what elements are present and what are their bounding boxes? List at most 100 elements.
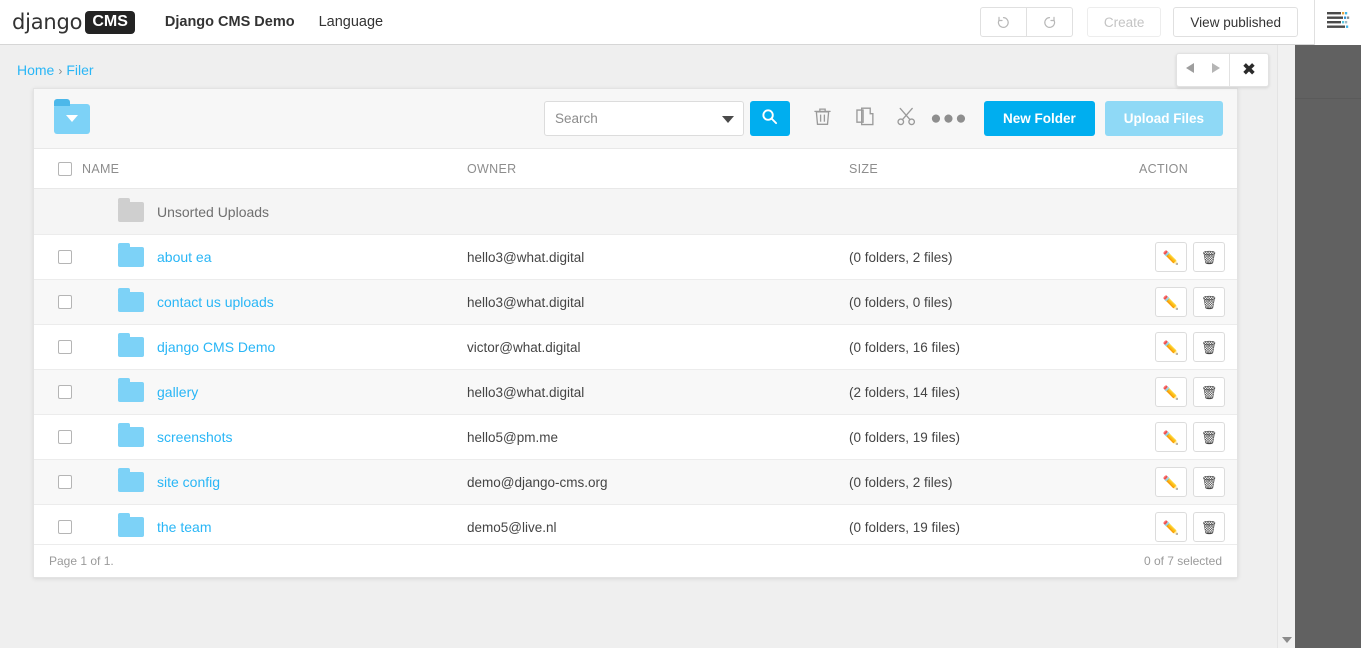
row-checkbox[interactable] <box>58 520 72 534</box>
row-edit-button[interactable]: ✏️ <box>1155 422 1187 452</box>
table-row[interactable]: contact us uploads hello3@what.digital (0 … <box>34 279 1237 325</box>
row-select-cell <box>34 369 82 415</box>
row-checkbox[interactable] <box>58 250 72 264</box>
breadcrumb: Home › Filer <box>17 62 94 78</box>
search-input[interactable] <box>543 101 744 136</box>
cut-selected-button[interactable] <box>890 101 924 136</box>
row-owner-cell: hello3@what.digital <box>467 279 849 325</box>
row-action-cell: ✏️ 🗑 <box>1139 234 1237 280</box>
column-header-size[interactable]: SIZE <box>849 149 1139 189</box>
row-edit-button[interactable]: ✏️ <box>1155 512 1187 542</box>
toolbar-right-group: Create View published <box>979 0 1361 45</box>
row-size-cell: (0 folders, 0 files) <box>849 279 1139 325</box>
breadcrumb-current-link[interactable]: Filer <box>66 62 93 78</box>
page-scrollbar[interactable] <box>1277 45 1295 648</box>
row-edit-button[interactable]: ✏️ <box>1155 287 1187 317</box>
select-all-checkbox[interactable] <box>58 162 72 176</box>
row-owner-cell: demo5@live.nl <box>467 504 849 550</box>
row-select-cell <box>34 279 82 325</box>
folder-dropdown-icon[interactable] <box>54 98 90 134</box>
row-delete-button[interactable]: 🗑 <box>1193 242 1225 272</box>
row-delete-button[interactable]: 🗑 <box>1193 377 1225 407</box>
new-folder-button[interactable]: New Folder <box>983 101 1095 136</box>
unsorted-owner-cell <box>467 188 849 235</box>
close-icon: ✖ <box>1241 60 1257 80</box>
folder-link[interactable]: screenshots <box>157 429 232 445</box>
row-delete-button[interactable]: 🗑 <box>1193 467 1225 497</box>
view-published-button[interactable]: View published <box>1173 7 1298 37</box>
folder-link[interactable]: site config <box>157 474 220 490</box>
table-row[interactable]: screenshots hello5@pm.me (0 folders, 19 fi… <box>34 414 1237 460</box>
brand-cms-badge: CMS <box>85 10 135 34</box>
row-edit-button[interactable]: ✏️ <box>1155 377 1187 407</box>
row-checkbox[interactable] <box>58 385 72 399</box>
row-checkbox[interactable] <box>58 340 72 354</box>
folder-link[interactable]: gallery <box>157 384 198 400</box>
toolbar-language-menu[interactable]: Language <box>307 0 396 45</box>
redo-icon <box>1042 15 1057 30</box>
copy-selected-button[interactable] <box>848 101 882 136</box>
delete-selected-button[interactable] <box>806 101 840 136</box>
column-header-name[interactable]: NAME <box>82 149 467 189</box>
modal-next-button[interactable] <box>1203 54 1229 86</box>
brand-logo[interactable]: django CMS <box>12 0 135 45</box>
unsorted-uploads-label[interactable]: Unsorted Uploads <box>157 204 269 220</box>
undo-icon <box>996 15 1011 30</box>
row-select-cell <box>34 414 82 460</box>
triangle-right-icon <box>1211 61 1221 79</box>
row-edit-button[interactable]: ✏️ <box>1155 242 1187 272</box>
row-checkbox[interactable] <box>58 430 72 444</box>
select-all-header <box>34 149 82 189</box>
folder-icon <box>118 378 144 402</box>
row-delete-button[interactable]: 🗑 <box>1193 332 1225 362</box>
undo-button[interactable] <box>979 7 1027 37</box>
modal-close-button[interactable]: ✖ <box>1230 54 1268 86</box>
table-row-unsorted[interactable]: Unsorted Uploads <box>34 188 1237 235</box>
row-size-cell: (0 folders, 2 files) <box>849 234 1139 280</box>
folder-icon <box>118 333 144 357</box>
table-row[interactable]: site config demo@django-cms.org (0 folders… <box>34 459 1237 505</box>
search-button[interactable] <box>749 101 790 136</box>
row-size-cell: (0 folders, 16 files) <box>849 324 1139 370</box>
toolbar-menu-button[interactable] <box>1315 0 1361 45</box>
table-row[interactable]: gallery hello3@what.digital (2 folders, 14… <box>34 369 1237 415</box>
brand-django-text: django <box>12 10 83 34</box>
hamburger-icon <box>1326 10 1350 34</box>
selection-info: 0 of 7 selected <box>1143 554 1222 568</box>
filer-footer: Page 1 of 1. 0 of 7 selected <box>34 544 1237 577</box>
table-row[interactable]: about ea hello3@what.digital (0 folders, 2… <box>34 234 1237 280</box>
row-select-cell <box>34 504 82 550</box>
row-edit-button[interactable]: ✏️ <box>1155 467 1187 497</box>
row-name-cell: about ea <box>82 234 467 280</box>
more-actions-button[interactable]: ●●● <box>930 101 968 136</box>
folder-link[interactable]: django CMS Demo <box>157 339 275 355</box>
folder-link[interactable]: about ea <box>157 249 212 265</box>
folder-gray-icon <box>118 197 144 222</box>
row-delete-button[interactable]: 🗑 <box>1193 512 1225 542</box>
row-delete-button[interactable]: 🗑 <box>1193 287 1225 317</box>
ellipsis-icon: ●●● <box>930 107 968 129</box>
table-head: NAME OWNER SIZE ACTION <box>34 149 1237 189</box>
scrollbar-down-arrow[interactable] <box>1282 637 1292 643</box>
column-header-owner[interactable]: OWNER <box>467 149 849 189</box>
page-info: Page 1 of 1. <box>49 554 114 568</box>
row-owner-cell: hello3@what.digital <box>467 369 849 415</box>
table-row[interactable]: the team demo5@live.nl (0 folders, 19 file… <box>34 504 1237 550</box>
toolbar-site-title[interactable]: Django CMS Demo <box>153 0 307 45</box>
row-select-cell <box>34 234 82 280</box>
folder-link[interactable]: the team <box>157 519 211 535</box>
row-delete-button[interactable]: 🗑 <box>1193 422 1225 452</box>
folder-link[interactable]: contact us uploads <box>157 294 274 310</box>
breadcrumb-separator: › <box>58 63 63 78</box>
breadcrumb-home-link[interactable]: Home <box>17 62 54 78</box>
create-button[interactable]: Create <box>1086 7 1162 37</box>
upload-files-button[interactable]: Upload Files <box>1104 101 1223 136</box>
row-edit-button[interactable]: ✏️ <box>1155 332 1187 362</box>
table-row[interactable]: django CMS Demo victor@what.digital (0 fol… <box>34 324 1237 370</box>
modal-prev-button[interactable] <box>1177 54 1203 86</box>
redo-button[interactable] <box>1026 7 1073 37</box>
row-size-cell: (2 folders, 14 files) <box>849 369 1139 415</box>
cms-toolbar: django CMS Django CMS Demo Language Crea… <box>0 0 1361 45</box>
row-checkbox[interactable] <box>58 295 72 309</box>
row-checkbox[interactable] <box>58 475 72 489</box>
